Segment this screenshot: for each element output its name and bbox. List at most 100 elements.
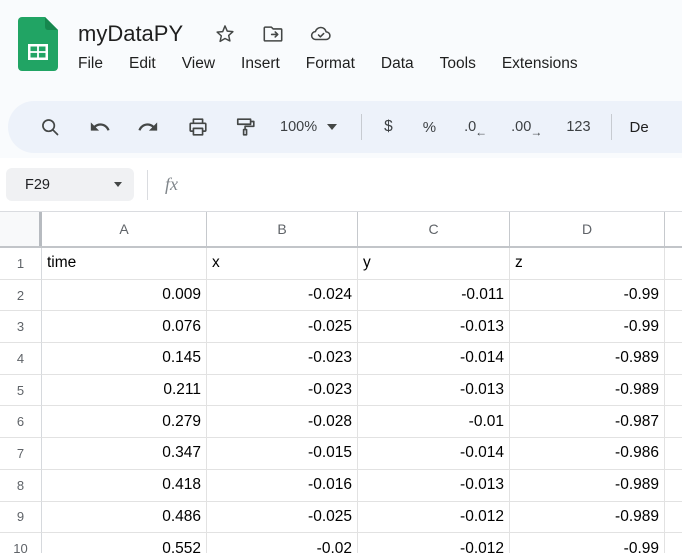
cell[interactable]: -0.989	[510, 343, 665, 375]
cell[interactable]	[665, 343, 682, 375]
column-header-A[interactable]: A	[42, 212, 207, 246]
cell[interactable]: y	[358, 248, 510, 280]
undo-icon[interactable]	[88, 115, 112, 139]
row-header-4[interactable]: 4	[0, 343, 42, 375]
title-row: myDataPY	[78, 17, 357, 51]
paint-format-icon[interactable]	[234, 115, 258, 139]
cell[interactable]: 0.486	[42, 502, 207, 534]
toolbar: 100% $ % .0← .00→ 123 De	[8, 101, 682, 153]
menu-tools[interactable]: Tools	[440, 55, 476, 73]
cell[interactable]: -0.99	[510, 533, 665, 553]
row-header-6[interactable]: 6	[0, 406, 42, 438]
name-box[interactable]: F29	[6, 168, 134, 201]
cell[interactable]: -0.023	[207, 343, 358, 375]
move-to-folder-icon[interactable]	[261, 22, 285, 46]
cell[interactable]	[665, 248, 682, 280]
cell[interactable]: -0.02	[207, 533, 358, 553]
cell[interactable]: -0.014	[358, 438, 510, 470]
cell[interactable]: -0.99	[510, 280, 665, 312]
row-header-5[interactable]: 5	[0, 375, 42, 407]
cell[interactable]: -0.989	[510, 375, 665, 407]
cloud-saved-icon[interactable]	[309, 22, 333, 46]
row-header-2[interactable]: 2	[0, 280, 42, 312]
cell[interactable]: -0.986	[510, 438, 665, 470]
row-header-1[interactable]: 1	[0, 248, 42, 280]
table-row: 90.486-0.025-0.012-0.989	[0, 502, 682, 534]
cell[interactable]	[665, 533, 682, 553]
print-icon[interactable]	[186, 115, 210, 139]
spreadsheet-grid: ABCD 1timexyz20.009-0.024-0.011-0.9930.0…	[0, 211, 682, 553]
cell[interactable]: 0.279	[42, 406, 207, 438]
cell[interactable]: -0.015	[207, 438, 358, 470]
cell[interactable]: -0.025	[207, 311, 358, 343]
cell[interactable]: -0.025	[207, 502, 358, 534]
row-header-9[interactable]: 9	[0, 502, 42, 534]
cell[interactable]	[665, 311, 682, 343]
cell[interactable]: time	[42, 248, 207, 280]
cell[interactable]	[665, 502, 682, 534]
format-percent-button[interactable]: %	[423, 119, 436, 136]
menu-view[interactable]: View	[182, 55, 215, 73]
cell[interactable]	[665, 280, 682, 312]
cell[interactable]: -0.014	[358, 343, 510, 375]
column-header-B[interactable]: B	[207, 212, 358, 246]
cell[interactable]: -0.989	[510, 502, 665, 534]
column-header-C[interactable]: C	[358, 212, 510, 246]
increase-decimal-button[interactable]: .00→	[511, 119, 542, 135]
google-sheets-logo-icon[interactable]	[18, 17, 58, 72]
cell[interactable]: -0.012	[358, 533, 510, 553]
redo-icon[interactable]	[136, 115, 160, 139]
cell[interactable]: -0.987	[510, 406, 665, 438]
cell[interactable]: 0.347	[42, 438, 207, 470]
search-icon[interactable]	[38, 115, 62, 139]
document-title[interactable]: myDataPY	[78, 21, 183, 47]
cell[interactable]	[665, 406, 682, 438]
decrease-decimal-button[interactable]: .0←	[464, 119, 487, 135]
column-header-partial[interactable]	[665, 212, 682, 246]
cell[interactable]: -0.011	[358, 280, 510, 312]
cell[interactable]: -0.024	[207, 280, 358, 312]
cell[interactable]	[665, 375, 682, 407]
row-header-8[interactable]: 8	[0, 470, 42, 502]
cell[interactable]	[665, 438, 682, 470]
cell[interactable]: 0.418	[42, 470, 207, 502]
font-selector[interactable]: De	[630, 119, 649, 136]
menu-file[interactable]: File	[78, 55, 103, 73]
cell[interactable]: 0.552	[42, 533, 207, 553]
row-header-10[interactable]: 10	[0, 533, 42, 553]
menu-data[interactable]: Data	[381, 55, 414, 73]
format-currency-button[interactable]: $	[384, 118, 393, 136]
cell[interactable]: -0.016	[207, 470, 358, 502]
cell[interactable]: -0.01	[358, 406, 510, 438]
fx-icon[interactable]: fx	[165, 174, 178, 195]
star-icon[interactable]	[213, 22, 237, 46]
cell[interactable]: -0.028	[207, 406, 358, 438]
cell[interactable]: -0.012	[358, 502, 510, 534]
cell[interactable]: 0.076	[42, 311, 207, 343]
cell[interactable]: -0.013	[358, 375, 510, 407]
menu-insert[interactable]: Insert	[241, 55, 280, 73]
cell[interactable]: 0.211	[42, 375, 207, 407]
column-header-D[interactable]: D	[510, 212, 665, 246]
menu-extensions[interactable]: Extensions	[502, 55, 578, 73]
row-header-3[interactable]: 3	[0, 311, 42, 343]
cell[interactable]: 0.145	[42, 343, 207, 375]
cell[interactable]	[665, 470, 682, 502]
cell[interactable]: z	[510, 248, 665, 280]
table-row: 1timexyz	[0, 248, 682, 280]
cell[interactable]: -0.989	[510, 470, 665, 502]
formula-bar: F29 fx	[0, 158, 682, 211]
menu-format[interactable]: Format	[306, 55, 355, 73]
cell[interactable]: x	[207, 248, 358, 280]
cell[interactable]: 0.009	[42, 280, 207, 312]
menu-edit[interactable]: Edit	[129, 55, 156, 73]
cell[interactable]: -0.013	[358, 470, 510, 502]
cell[interactable]: -0.023	[207, 375, 358, 407]
select-all-corner[interactable]	[0, 212, 42, 246]
table-row: 30.076-0.025-0.013-0.99	[0, 311, 682, 343]
more-formats-button[interactable]: 123	[566, 119, 590, 135]
zoom-control[interactable]: 100%	[280, 119, 337, 135]
cell[interactable]: -0.99	[510, 311, 665, 343]
cell[interactable]: -0.013	[358, 311, 510, 343]
row-header-7[interactable]: 7	[0, 438, 42, 470]
